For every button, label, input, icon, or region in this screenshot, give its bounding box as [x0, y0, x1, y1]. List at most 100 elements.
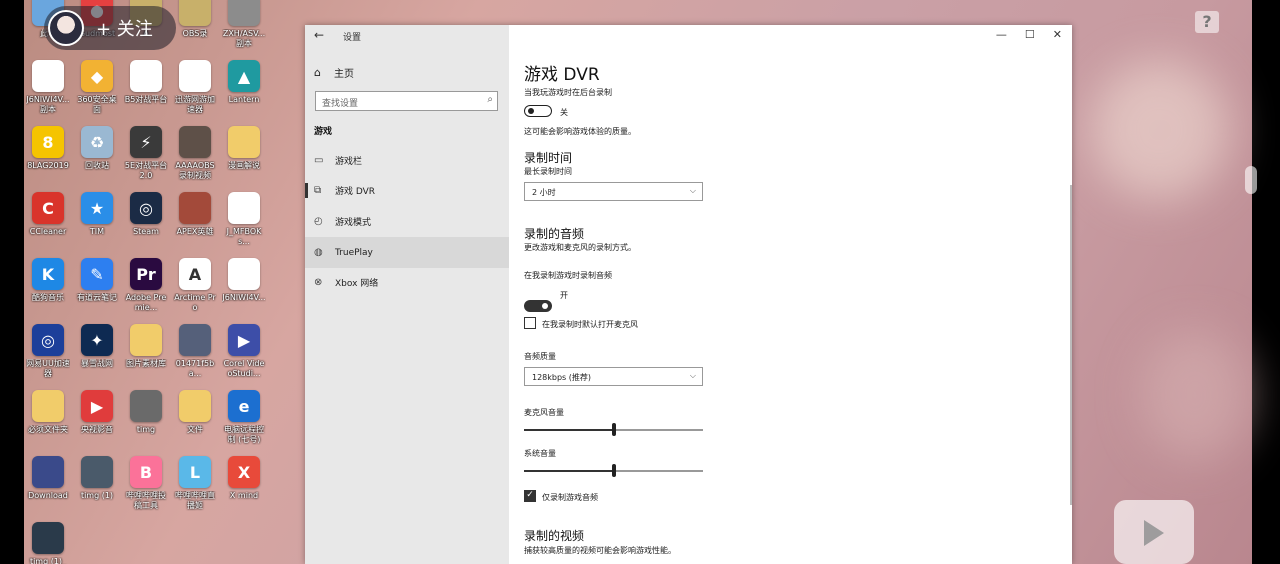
wallpaper-glow — [1140, 330, 1250, 460]
desktop-icon[interactable]: ZXH/ASV... 副本 — [222, 0, 266, 49]
desktop-icon[interactable]: Download — [26, 456, 70, 501]
record-audio-toggle[interactable] — [524, 300, 552, 312]
page-title: 游戏 DVR — [524, 65, 600, 85]
audio-heading: 录制的音频 — [524, 227, 585, 241]
nav-item-xbox-network[interactable]: ⊗ Xbox 网络 — [305, 267, 509, 298]
nav-item-game-bar[interactable]: ▭ 游戏栏 — [305, 145, 509, 176]
record-audio-state: 开 — [560, 291, 568, 300]
desktop-icon[interactable]: ★ TIM — [75, 192, 119, 237]
desktop-icon[interactable]: ⚡ 5E对战平台2.0 — [124, 126, 168, 181]
desktop-icon[interactable]: e 电脑远程控制 (七号) — [222, 390, 266, 445]
desktop-icon[interactable]: ✦ 暴雪战网 — [75, 324, 119, 369]
desktop-icon-tile: 8 — [32, 126, 64, 158]
game-audio-only-label: 仅录制游戏音频 — [542, 493, 598, 502]
desktop-icon[interactable]: X X mind — [222, 456, 266, 501]
max-record-select[interactable]: 2 小时 ⌵ — [524, 182, 703, 201]
nav-section-heading: 游戏 — [314, 127, 333, 137]
desktop-icon[interactable]: ▲ Lantern — [222, 60, 266, 105]
desktop-icon[interactable]: Pr Adobe Premie... — [124, 258, 168, 313]
side-handle[interactable] — [1245, 166, 1257, 194]
desktop-icon-tile — [81, 456, 113, 488]
desktop-icon-label: B5对战平台 — [124, 95, 168, 104]
follow-overlay[interactable]: + 关注 — [44, 6, 176, 50]
desktop-icon-tile — [32, 390, 64, 422]
desktop-icon[interactable]: J6NIWI4V... 副本 — [26, 60, 70, 115]
desktop-icon-label: timg — [136, 425, 156, 434]
desktop-icon[interactable]: AAAAOBS录制视频 — [173, 126, 217, 181]
desktop-icon[interactable]: K 酷狗音乐 — [26, 258, 70, 303]
desktop-icon[interactable]: timg (1) — [75, 456, 119, 501]
desktop-icon[interactable]: 文件 — [173, 390, 217, 435]
desktop-icon[interactable]: B5对战平台 — [124, 60, 168, 105]
desktop-icon[interactable]: A Arctime Pro — [173, 258, 217, 313]
desktop-icon[interactable]: ▶ 央视影音 — [75, 390, 119, 435]
video-heading: 录制的视频 — [524, 529, 585, 543]
back-arrow-icon[interactable]: ← — [314, 28, 324, 42]
desktop-icon[interactable]: ▶ Corel VideoStudi... — [222, 324, 266, 379]
desktop-icon[interactable]: 8 8LAG2019 — [26, 126, 70, 171]
follow-label: + 关注 — [96, 19, 153, 40]
game-audio-only-checkbox[interactable]: ✓ — [524, 490, 536, 502]
desktop-icon[interactable]: ♻ 回收站 — [75, 126, 119, 171]
max-record-label: 最长录制时间 — [524, 167, 572, 176]
bilibili-play-icon[interactable] — [1114, 500, 1194, 564]
desktop-icon[interactable]: ◆ 360安全桌面 — [75, 60, 119, 115]
desktop-icon-label: 必须文件夹 — [28, 425, 68, 434]
mic-default-checkbox[interactable] — [524, 317, 536, 329]
desktop-icon[interactable]: timg (1)_副本 — [26, 522, 70, 564]
search-input[interactable]: 查找设置 ⌕ — [315, 91, 498, 111]
system-volume-slider[interactable] — [524, 464, 703, 478]
desktop-icon-label: OBS录 — [182, 29, 208, 38]
game-bar-icon: ▭ — [314, 155, 324, 166]
desktop-icon[interactable]: J6NIWI4V... — [222, 258, 266, 303]
desktop-icon-tile — [32, 522, 64, 554]
desktop-icon[interactable]: C CCleaner — [26, 192, 70, 237]
mic-volume-slider[interactable] — [524, 423, 703, 437]
scrollbar[interactable] — [1070, 185, 1072, 505]
nav-item-trueplay[interactable]: ◍ TruePlay — [305, 237, 509, 268]
desktop-icon[interactable]: ✎ 有道云笔记 — [75, 258, 119, 303]
desktop-icon-label: J6NIWI4V... 副本 — [26, 95, 70, 114]
desktop-icon-label: 漫画解说 — [228, 161, 260, 170]
desktop-icon[interactable]: 图片素材库 — [124, 324, 168, 369]
desktop-icon-label: 文件 — [187, 425, 203, 434]
desktop-icon[interactable]: OBS录 — [173, 0, 217, 39]
desktop-icon-label: 01471f5ba... — [175, 359, 215, 378]
desktop-icon-tile — [130, 60, 162, 92]
desktop-icon-tile — [32, 60, 64, 92]
slider-thumb[interactable] — [611, 464, 616, 477]
slider-thumb[interactable] — [611, 423, 616, 436]
desktop-icon[interactable]: ◎ 网易UU加速器 — [26, 324, 70, 379]
bg-record-toggle[interactable] — [524, 105, 552, 117]
desktop-icon[interactable]: 漫画解说 — [222, 126, 266, 171]
audio-quality-select[interactable]: 128kbps (推荐) ⌵ — [524, 367, 703, 386]
nav-item-game-mode[interactable]: ◴ 游戏模式 — [305, 206, 509, 237]
desktop-icon-label: Adobe Premie... — [125, 293, 167, 312]
letterbox-right — [1252, 0, 1280, 564]
desktop-icon[interactable]: 必须文件夹 — [26, 390, 70, 435]
desktop-icon-tile: ◆ — [81, 60, 113, 92]
nav-item-game-dvr[interactable]: ⧉ 游戏 DVR — [305, 175, 509, 206]
desktop-icon-label: 哔哩哔哩直播姬 — [175, 491, 215, 510]
search-placeholder: 查找设置 — [322, 99, 359, 109]
desktop-icon[interactable]: J_MFBOKs... — [222, 192, 266, 247]
nav-home[interactable]: ⌂ 主页 — [314, 65, 354, 80]
desktop-icon[interactable]: L 哔哩哔哩直播姬 — [173, 456, 217, 511]
desktop-icon-tile: X — [228, 456, 260, 488]
desktop-icon[interactable]: timg — [124, 390, 168, 435]
slider-fill — [524, 470, 614, 472]
mic-volume-label: 麦克风音量 — [524, 408, 564, 417]
desktop-icon-label: 5E对战平台2.0 — [124, 161, 168, 180]
help-badge[interactable]: ? — [1195, 11, 1219, 33]
desktop-icon[interactable]: 迅游网游加速器 — [173, 60, 217, 115]
desktop-icon[interactable]: 01471f5ba... — [173, 324, 217, 379]
nav-item-label: 游戏栏 — [335, 157, 363, 167]
desktop-icon-tile — [130, 324, 162, 356]
close-icon[interactable]: ✕ — [1053, 28, 1062, 41]
audio-desc: 更改游戏和麦克风的录制方式。 — [524, 243, 636, 252]
desktop-icon-tile — [179, 0, 211, 26]
desktop-icon[interactable]: B 哔哩哔哩投稿工具 — [124, 456, 168, 511]
desktop-icon[interactable]: ◎ Steam — [124, 192, 168, 237]
desktop-icon[interactable]: APEX英雄 — [173, 192, 217, 237]
game-mode-icon: ◴ — [314, 216, 323, 227]
